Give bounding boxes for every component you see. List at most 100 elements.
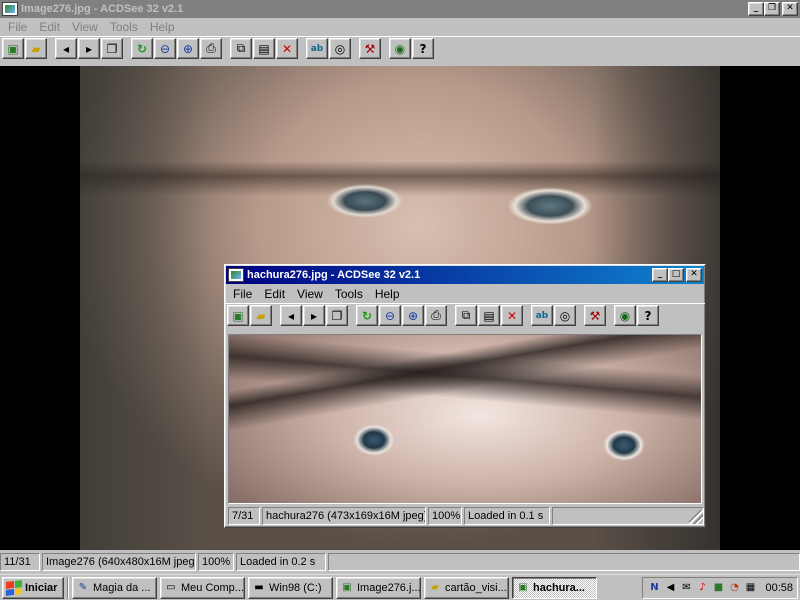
status-image-info: Image276 (640x480x16M jpeg) [42, 553, 196, 571]
display-icon[interactable]: ■ [711, 581, 725, 595]
media-icon[interactable]: ♪ [695, 581, 709, 595]
child-copy-button[interactable]: ⧉ [455, 305, 477, 326]
child-view-button[interactable]: ◉ [614, 305, 636, 326]
child-print-button[interactable]: ⎙ [425, 305, 447, 326]
print-button[interactable]: ⎙ [200, 38, 222, 59]
restore-button[interactable]: ❐ [764, 2, 780, 16]
task-label: Meu Comp... [181, 581, 244, 594]
open-folder-icon: ▰ [31, 41, 41, 56]
task-button-magia[interactable]: ✎ Magia da ... [72, 576, 157, 599]
child-text-button[interactable]: ab [531, 305, 553, 326]
previous-icon: ◂ [62, 41, 70, 56]
zoom-out-icon: ⊖ [159, 41, 171, 56]
next-icon: ▸ [85, 41, 93, 56]
menu-file[interactable]: File [2, 19, 33, 35]
menu-tools[interactable]: Tools [104, 19, 144, 35]
task-button-cartao[interactable]: ▰ cartão_visi... [424, 576, 509, 599]
child-close-button[interactable]: ✕ [686, 268, 702, 282]
child-open-folder-button[interactable]: ▰ [250, 305, 272, 326]
computer-icon: ▭ [166, 581, 176, 593]
menu-help[interactable]: Help [144, 19, 181, 35]
resize-grip[interactable] [689, 510, 703, 524]
main-titlebar[interactable]: Image276.jpg - ACDSee 32 v2.1 _ ❐ ✕ [0, 0, 800, 18]
modem-icon[interactable]: ◔ [727, 581, 741, 595]
child-titlebar[interactable]: hachura276.jpg - ACDSee 32 v2.1 _ □ ✕ [226, 266, 704, 284]
child-menu-tools[interactable]: Tools [329, 286, 369, 302]
tools-icon: ⚒ [364, 41, 376, 56]
child-status-empty [552, 507, 704, 525]
delete-button[interactable]: ✕ [276, 38, 298, 59]
paste-button[interactable]: ▤ [253, 38, 275, 59]
drive-icon: ▬ [254, 581, 264, 593]
close-button[interactable]: ✕ [782, 2, 798, 16]
child-menu-help[interactable]: Help [369, 286, 406, 302]
print-icon: ⎙ [431, 308, 441, 322]
child-help-button[interactable]: ? [637, 305, 659, 326]
task-button-hachura[interactable]: ▣ hachura... [512, 576, 597, 599]
child-menu-file[interactable]: File [227, 286, 258, 302]
child-slideshow-button[interactable]: ❐ [326, 305, 348, 326]
child-zoom-out-button[interactable]: ⊖ [379, 305, 401, 326]
child-zoom-in-button[interactable]: ⊕ [402, 305, 424, 326]
antivirus-icon[interactable]: N [647, 581, 661, 595]
status-index: 11/31 [0, 553, 40, 571]
child-previous-button[interactable]: ◂ [280, 305, 302, 326]
wallpaper-button[interactable]: ◎ [329, 38, 351, 59]
task-label: cartão_visi... [445, 581, 507, 594]
next-button[interactable]: ▸ [78, 38, 100, 59]
slideshow-button[interactable]: ❐ [101, 38, 123, 59]
open-folder-icon: ▰ [256, 308, 266, 323]
minimize-button[interactable]: _ [748, 2, 764, 16]
help-icon: ? [644, 308, 652, 323]
volume-icon[interactable]: ◀ [663, 581, 677, 595]
print-icon: ⎙ [206, 41, 216, 55]
open-folder-button[interactable]: ▰ [25, 38, 47, 59]
zoom-in-icon: ⊕ [182, 41, 194, 56]
child-browse-button[interactable]: ▣ [227, 305, 249, 326]
child-tools-button[interactable]: ⚒ [584, 305, 606, 326]
task-button-image276[interactable]: ▣ Image276.j... [336, 576, 421, 599]
child-maximize-button[interactable]: □ [668, 268, 684, 282]
child-rotate-button[interactable]: ↻ [356, 305, 378, 326]
taskbar: Iniciar ✎ Magia da ... ▭ Meu Comp... ▬ W… [0, 574, 800, 600]
child-wallpaper-button[interactable]: ◎ [554, 305, 576, 326]
delete-icon: ✕ [506, 308, 518, 323]
image-icon: ▣ [518, 581, 528, 593]
next-icon: ▸ [310, 308, 318, 323]
browse-icon: ▣ [232, 308, 244, 323]
help-button[interactable]: ? [412, 38, 434, 59]
previous-button[interactable]: ◂ [55, 38, 77, 59]
child-status-image-info: hachura276 (473x169x16M jpeg) [262, 507, 426, 525]
child-menu-edit[interactable]: Edit [258, 286, 291, 302]
child-delete-button[interactable]: ✕ [501, 305, 523, 326]
zoom-out-icon: ⊖ [384, 308, 396, 323]
task-label: Magia da ... [93, 581, 151, 594]
zoom-in-button[interactable]: ⊕ [177, 38, 199, 59]
menu-edit[interactable]: Edit [33, 19, 66, 35]
tools-icon: ⚒ [589, 308, 601, 323]
task-button-win98[interactable]: ▬ Win98 (C:) [248, 576, 333, 599]
text-button[interactable]: ab [306, 38, 328, 59]
task-scheduler-icon[interactable]: ▦ [743, 581, 757, 595]
task-label: Image276.j... [357, 581, 421, 594]
child-paste-button[interactable]: ▤ [478, 305, 500, 326]
task-button-meu-computador[interactable]: ▭ Meu Comp... [160, 576, 245, 599]
network-icon[interactable]: ✉ [679, 581, 693, 595]
tools-button[interactable]: ⚒ [359, 38, 381, 59]
menu-view[interactable]: View [66, 19, 104, 35]
child-menu-view[interactable]: View [291, 286, 329, 302]
start-button[interactable]: Iniciar [2, 576, 64, 599]
clock[interactable]: 00:58 [765, 582, 793, 594]
main-toolbar: ▣ ▰ ◂ ▸ ❐ ↻ ⊖ ⊕ ⎙ ⧉ ▤ ✕ ab ◎ ⚒ ◉ ? [0, 36, 800, 60]
copy-button[interactable]: ⧉ [230, 38, 252, 59]
view-button[interactable]: ◉ [389, 38, 411, 59]
child-statusbar: 7/31 hachura276 (473x169x16M jpeg) 100% … [228, 506, 704, 526]
child-image-viewport[interactable] [228, 334, 702, 504]
rotate-button[interactable]: ↻ [131, 38, 153, 59]
child-next-button[interactable]: ▸ [303, 305, 325, 326]
acdsee-app-icon [228, 268, 244, 282]
zoom-out-button[interactable]: ⊖ [154, 38, 176, 59]
child-minimize-button[interactable]: _ [652, 268, 668, 282]
child-toolbar: ▣ ▰ ◂ ▸ ❐ ↻ ⊖ ⊕ ⎙ ⧉ ▤ ✕ ab ◎ ⚒ ◉ ? [225, 303, 705, 327]
browse-button[interactable]: ▣ [2, 38, 24, 59]
